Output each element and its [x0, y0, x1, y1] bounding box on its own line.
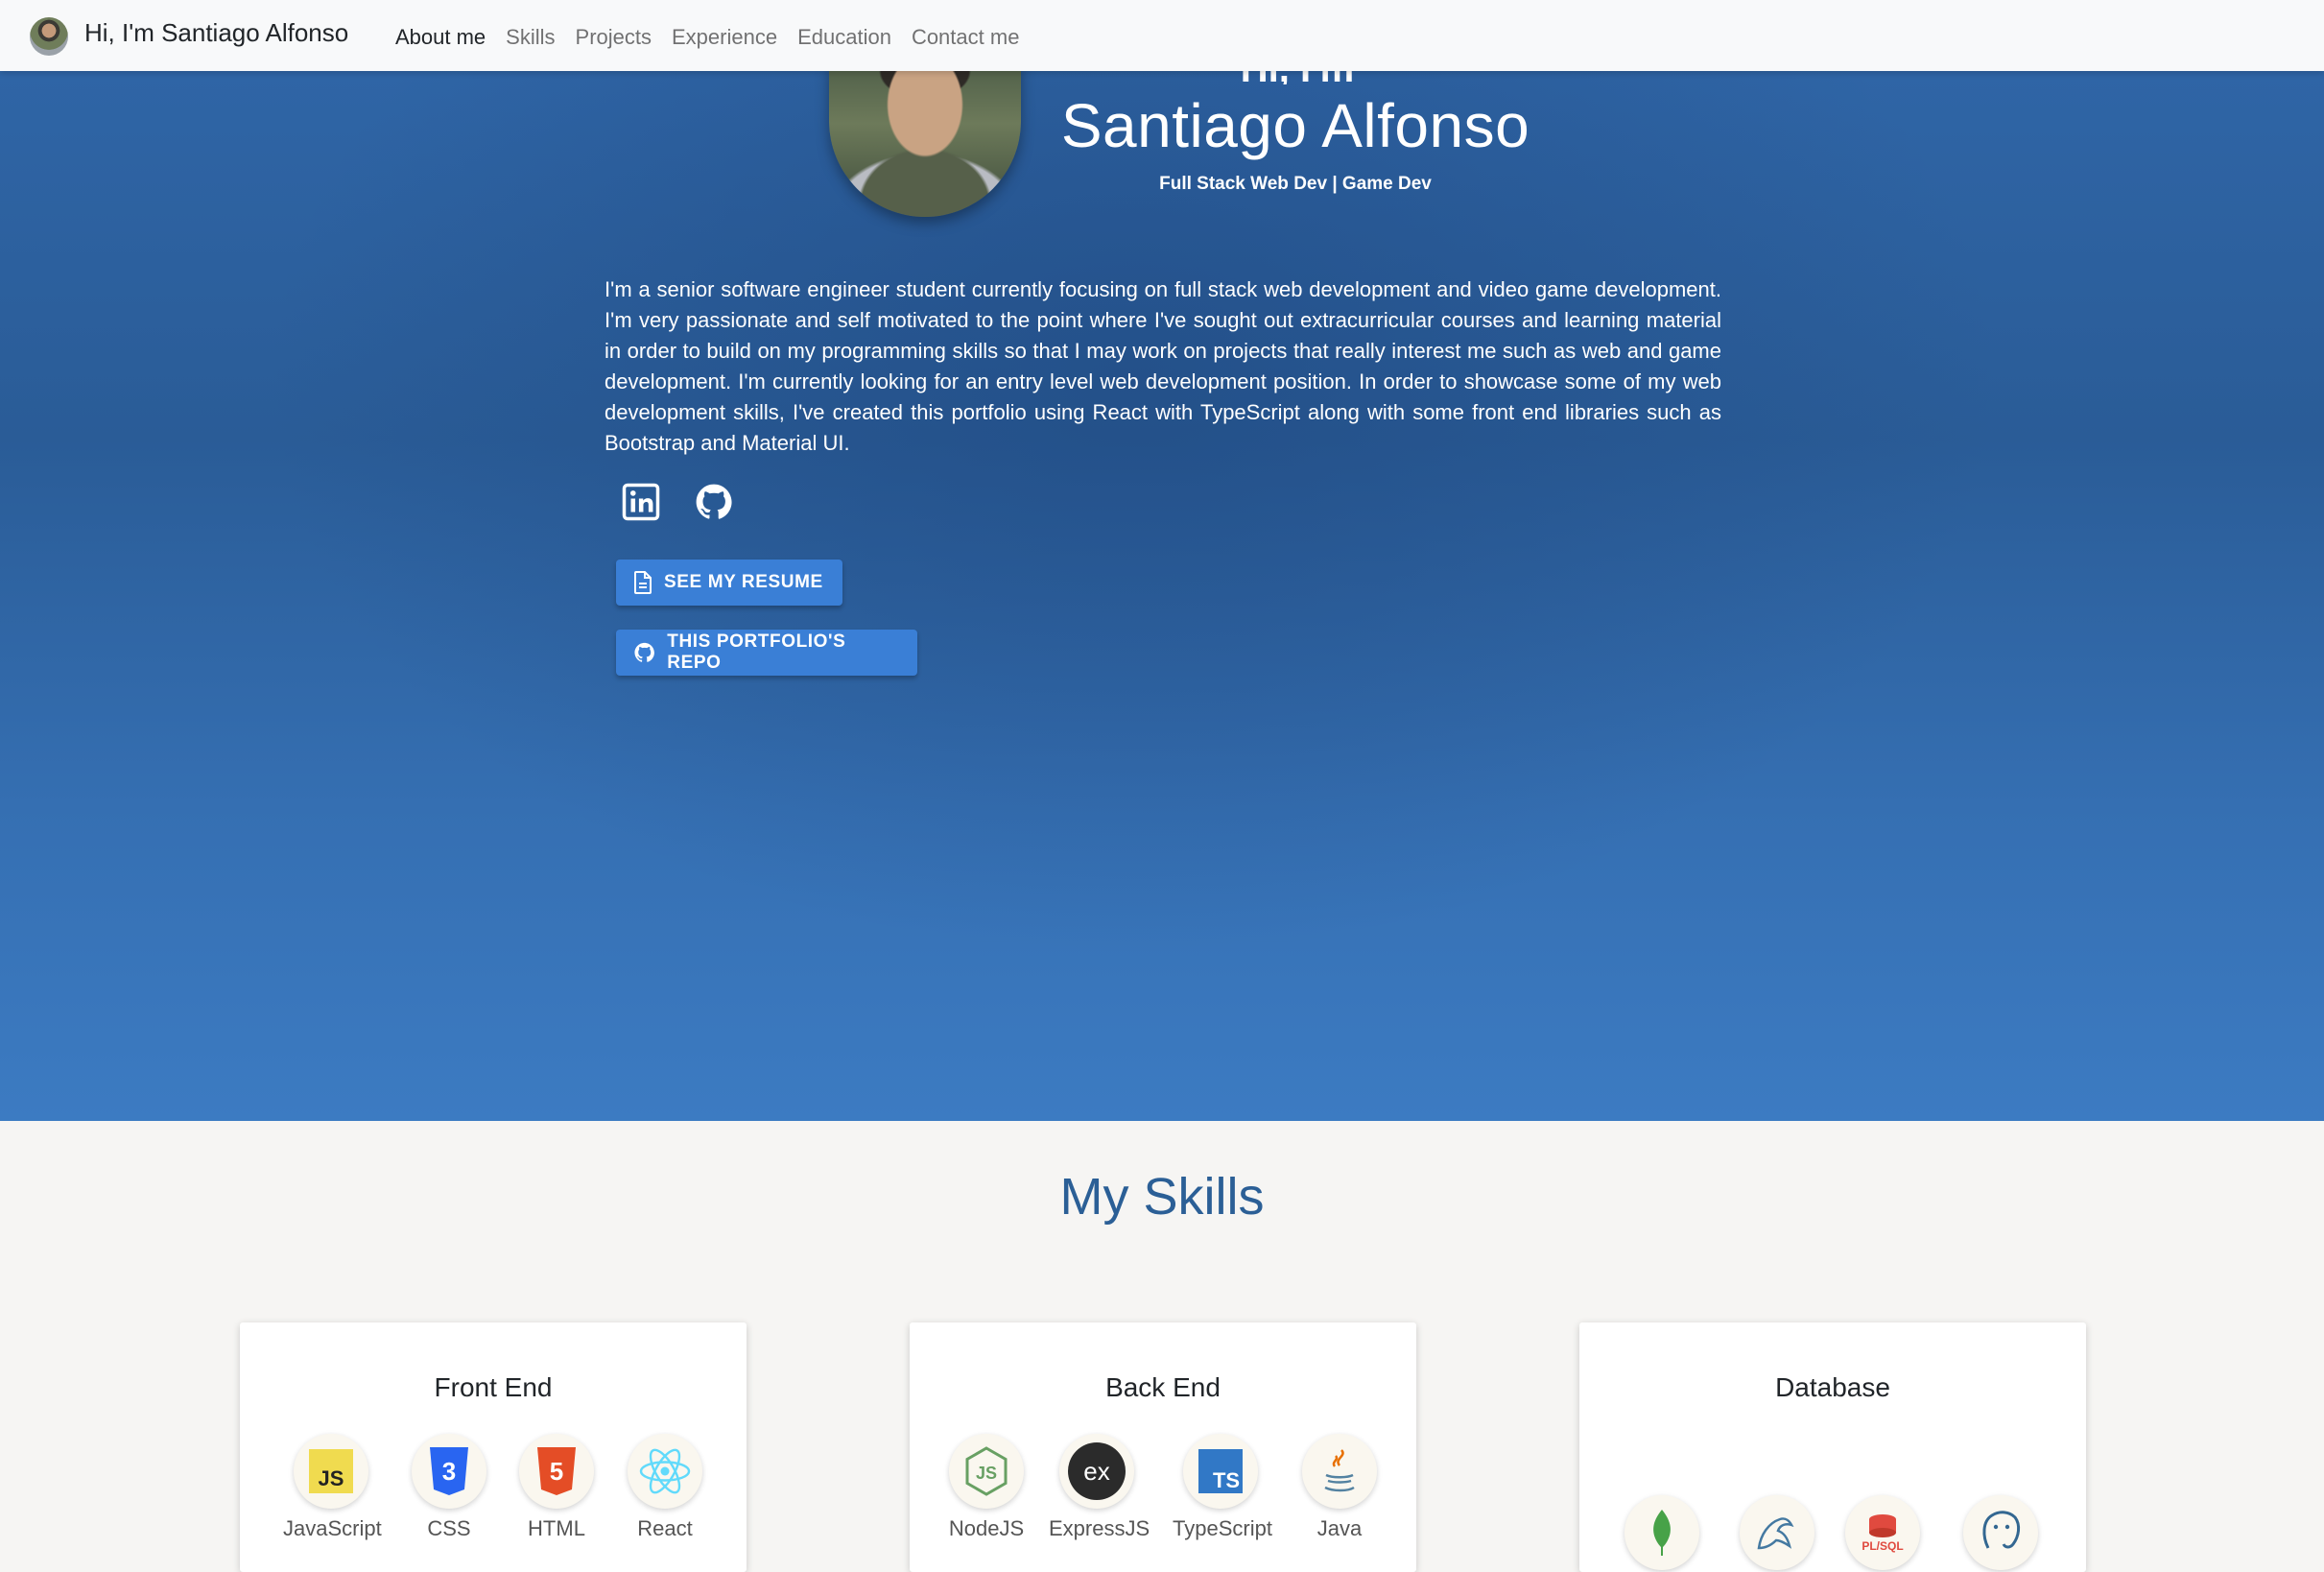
skill-css: 3 CSS	[401, 1434, 497, 1541]
svg-text:JS: JS	[976, 1464, 997, 1483]
svg-text:5: 5	[550, 1457, 563, 1486]
document-icon	[634, 571, 652, 594]
java-icon	[1302, 1434, 1377, 1509]
skill-label: ExpressJS	[1049, 1516, 1150, 1540]
navbar: Hi, I'm Santiago Alfonso About me Skills…	[0, 0, 2324, 71]
nav-link-projects[interactable]: Projects	[576, 25, 652, 50]
svg-text:PL/SQL: PL/SQL	[1862, 1539, 1903, 1553]
skill-label: JavaScript	[283, 1516, 382, 1540]
skill-label: HTML	[528, 1516, 585, 1540]
nodejs-icon: JS	[949, 1434, 1024, 1509]
expressjs-icon: ex	[1059, 1434, 1134, 1509]
svg-text:TS: TS	[1213, 1468, 1240, 1492]
skill-javascript: JS JavaScript	[283, 1434, 382, 1541]
see-resume-label: SEE MY RESUME	[664, 572, 823, 592]
nav-link-about[interactable]: About me	[395, 25, 486, 50]
hero-subtitle: Full Stack Web Dev | Game Dev	[1159, 174, 1432, 194]
nav-link-experience[interactable]: Experience	[672, 25, 777, 50]
skill-nodejs: JS NodeJS	[938, 1434, 1034, 1541]
hero-name: Santiago Alfonso	[1060, 91, 1530, 160]
skills-title: My Skills	[1059, 1168, 1265, 1226]
nav-avatar[interactable]	[30, 17, 68, 56]
skill-mysql	[1729, 1495, 1825, 1570]
front-end-title: Front End	[434, 1372, 553, 1402]
github-icon[interactable]	[694, 482, 734, 522]
skill-typescript: TS TypeScript	[1173, 1434, 1272, 1541]
skill-label: TypeScript	[1173, 1516, 1272, 1540]
social-icons	[621, 482, 734, 522]
svg-text:3: 3	[442, 1457, 456, 1486]
mysql-icon	[1740, 1495, 1814, 1570]
database-card: Database PL/SQL	[1579, 1322, 2086, 1572]
portfolio-repo-label: THIS PORTFOLIO'S REPO	[667, 631, 846, 673]
typescript-icon: TS	[1183, 1434, 1258, 1509]
react-icon	[628, 1434, 702, 1509]
hero-bio: I'm a senior software engineer student c…	[605, 277, 1721, 455]
back-end-card: Back End JS NodeJS ex ExpressJS TS TypeS…	[910, 1322, 1416, 1572]
nav-links: About me Skills Projects Experience Educ…	[395, 25, 1039, 50]
postgresql-icon	[1963, 1495, 2038, 1570]
profile-photo	[829, 61, 1021, 217]
html-icon: 5	[519, 1434, 594, 1509]
skill-react: React	[617, 1434, 713, 1541]
javascript-icon: JS	[294, 1434, 368, 1509]
front-end-card: Front End JS JavaScript 3 CSS 5 HTML Rea…	[240, 1322, 747, 1572]
svg-text:JS: JS	[319, 1466, 344, 1490]
see-resume-button[interactable]: SEE MY RESUME	[616, 560, 842, 606]
database-title: Database	[1775, 1372, 1890, 1402]
linkedin-icon[interactable]	[621, 482, 661, 522]
nav-link-contact[interactable]: Contact me	[912, 25, 1020, 50]
skill-html: 5 HTML	[509, 1434, 605, 1541]
hero-section: Hi, I'm Santiago Alfonso Full Stack Web …	[0, 56, 2324, 1121]
skill-expressjs: ex ExpressJS	[1049, 1434, 1150, 1541]
skill-label: Java	[1316, 1516, 1363, 1540]
skill-mongodb	[1614, 1495, 1710, 1570]
nav-brand[interactable]: Hi, I'm Santiago Alfonso	[84, 18, 348, 48]
skill-label: CSS	[427, 1516, 471, 1540]
github-icon	[634, 642, 654, 662]
skill-java: Java	[1292, 1434, 1387, 1541]
skill-postgresql	[1953, 1495, 2049, 1570]
svg-text:ex: ex	[1083, 1457, 1109, 1486]
skill-label: React	[637, 1516, 693, 1540]
skill-plsql: PL/SQL	[1835, 1495, 1931, 1570]
nav-link-skills[interactable]: Skills	[506, 25, 555, 50]
back-end-title: Back End	[1105, 1372, 1221, 1402]
css-icon: 3	[412, 1434, 486, 1509]
skill-label: NodeJS	[948, 1516, 1025, 1540]
plsql-icon: PL/SQL	[1845, 1495, 1920, 1570]
portfolio-repo-button[interactable]: THIS PORTFOLIO'S REPO	[616, 630, 917, 676]
nav-link-education[interactable]: Education	[797, 25, 891, 50]
mongodb-icon	[1624, 1495, 1699, 1570]
